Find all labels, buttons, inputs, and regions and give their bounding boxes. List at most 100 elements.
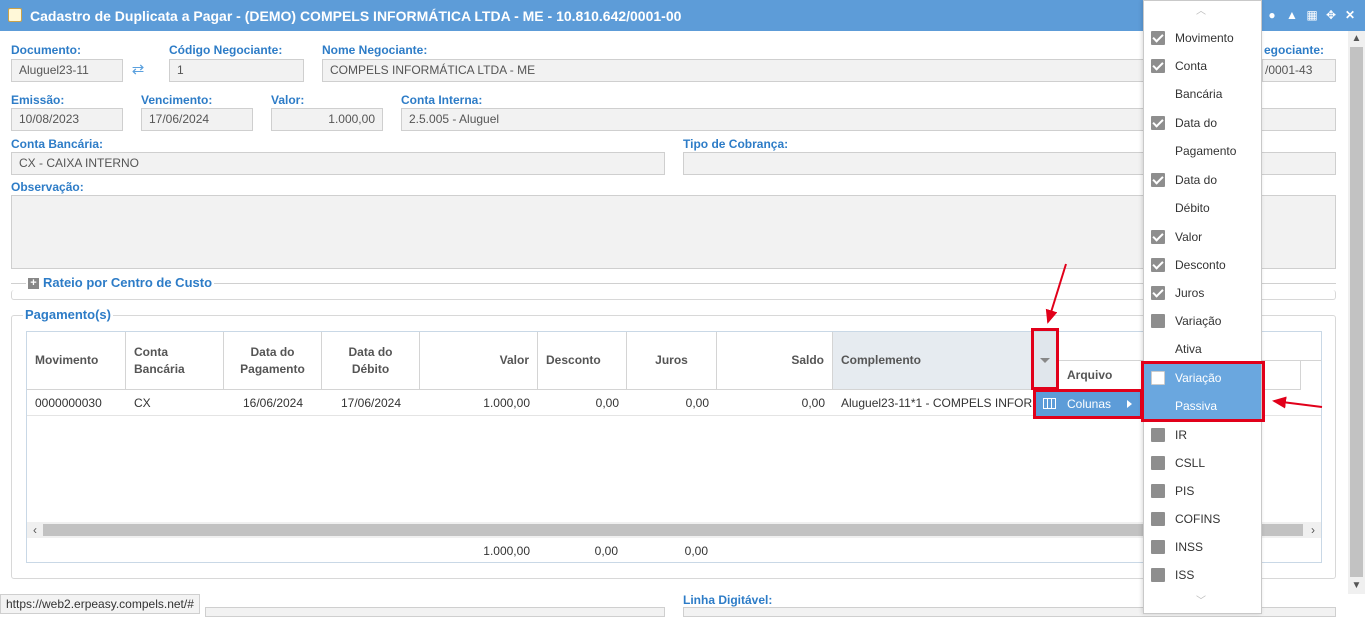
collapse-icon[interactable]: ✥ <box>1324 8 1338 22</box>
columns-menu-item[interactable]: IR <box>1144 421 1261 449</box>
columns-menu-item[interactable]: ISS <box>1144 561 1261 589</box>
checkbox-checked-icon[interactable] <box>1151 258 1165 272</box>
columns-menu-item[interactable]: Movimento <box>1144 24 1261 52</box>
col-header-conta-bancaria[interactable]: Conta Bancária <box>126 332 224 390</box>
emissao-field[interactable]: 10/08/2023 <box>11 108 123 131</box>
annotation-box-trigger <box>1031 328 1059 390</box>
col-header-extra[interactable] <box>1280 361 1301 390</box>
columns-menu-item-label: Movimento <box>1175 31 1234 45</box>
cell-movimento[interactable]: 0000000030 <box>27 390 126 416</box>
emissao-label: Emissão: <box>11 93 65 107</box>
columns-menu-item-label: Desconto <box>1175 258 1226 272</box>
columns-menu-item-label: CSLL <box>1175 456 1206 470</box>
columns-menu-item[interactable]: Data do Pagamento <box>1144 109 1261 166</box>
col-header-data-debito[interactable]: Data do Débito <box>322 332 420 390</box>
checkbox-icon[interactable] <box>1151 512 1165 526</box>
annotation-box-colunas <box>1033 389 1143 419</box>
close-icon[interactable]: ✕ <box>1343 8 1357 22</box>
columns-menu-item-label: IR <box>1175 428 1187 442</box>
pagamentos-title: Pagamento(s) <box>23 307 113 322</box>
plus-icon: + <box>28 278 39 289</box>
menu-scroll-down-icon[interactable]: ﹀ <box>1196 597 1206 607</box>
cell-data-debito[interactable]: 17/06/2024 <box>322 390 420 416</box>
scroll-thumb[interactable] <box>43 524 1303 536</box>
columns-menu-item[interactable]: COFINS <box>1144 505 1261 533</box>
col-header-desconto[interactable]: Desconto <box>538 332 627 390</box>
valor-field[interactable]: 1.000,00 <box>271 108 383 131</box>
codigo-negociante-field[interactable]: 1 <box>169 59 304 82</box>
page-vertical-scrollbar[interactable]: ▲ ▼ <box>1348 31 1365 594</box>
bell-icon[interactable]: ▲ <box>1285 8 1299 22</box>
checkbox-icon[interactable] <box>1151 314 1165 328</box>
cell-conta-bancaria[interactable]: CX <box>126 390 224 416</box>
vencimento-field[interactable]: 17/06/2024 <box>141 108 253 131</box>
checkbox-checked-icon[interactable] <box>1151 286 1165 300</box>
status-bar-url: https://web2.erpeasy.compels.net/# <box>0 594 200 614</box>
nome-negociante-label: Nome Negociante: <box>322 43 428 57</box>
codigo-negociante-label: Código Negociante: <box>169 43 283 57</box>
refresh-icon[interactable]: ⇄ <box>129 61 147 79</box>
columns-menu-item[interactable]: Conta Bancária <box>1144 52 1261 109</box>
col-header-complemento[interactable]: Complemento <box>833 332 1059 390</box>
checkbox-checked-icon[interactable] <box>1151 31 1165 45</box>
col-header-juros[interactable]: Juros <box>627 332 717 390</box>
columns-menu-item[interactable]: PIS <box>1144 477 1261 505</box>
checkbox-checked-icon[interactable] <box>1151 173 1165 187</box>
columns-menu-item[interactable]: CSLL <box>1144 449 1261 477</box>
cell-desconto[interactable]: 0,00 <box>538 390 627 416</box>
col-header-valor[interactable]: Valor <box>420 332 538 390</box>
conta-interna-label: Conta Interna: <box>401 93 483 107</box>
col-header-movimento[interactable]: Movimento <box>27 332 126 390</box>
conta-bancaria-field[interactable]: CX - CAIXA INTERNO <box>11 152 665 175</box>
columns-menu-item-label-line2: Débito <box>1175 201 1210 215</box>
columns-menu-item-label-line2: Ativa <box>1175 342 1202 356</box>
checkbox-icon[interactable] <box>1151 484 1165 498</box>
rateio-toggle[interactable]: + Rateio por Centro de Custo <box>26 275 215 290</box>
checkbox-icon[interactable] <box>1151 428 1165 442</box>
columns-menu-item[interactable]: Valor <box>1144 223 1261 251</box>
documento-field[interactable]: Aluguel23-11 <box>11 59 123 82</box>
columns-menu-item[interactable]: Variação Ativa <box>1144 307 1261 364</box>
columns-menu-item-label: Variação <box>1175 314 1222 328</box>
play-icon[interactable]: ● <box>1265 8 1279 22</box>
columns-menu-item-label: INSS <box>1175 540 1204 554</box>
checkbox-icon[interactable] <box>1151 456 1165 470</box>
page-scroll-thumb[interactable] <box>1350 47 1363 577</box>
checkbox-checked-icon[interactable] <box>1151 230 1165 244</box>
col-header-saldo[interactable]: Saldo <box>717 332 833 390</box>
grid-horizontal-scrollbar[interactable]: ‹ › <box>27 522 1321 538</box>
columns-menu: ︿ ﹀ Movimento Conta Bancária Data do Pagamen… <box>1143 0 1262 614</box>
annotation-box-variacao-passiva <box>1141 361 1265 422</box>
columns-menu-item[interactable]: Juros <box>1144 279 1261 307</box>
bottom-field[interactable] <box>205 607 665 617</box>
checkbox-checked-icon[interactable] <box>1151 116 1165 130</box>
columns-menu-item[interactable]: Desconto <box>1144 251 1261 279</box>
columns-menu-item[interactable]: Data do Débito <box>1144 166 1261 223</box>
nome-negociante-field[interactable]: COMPELS INFORMÁTICA LTDA - ME <box>322 59 1144 82</box>
cell-data-pagamento[interactable]: 16/06/2024 <box>224 390 322 416</box>
conta-bancaria-label: Conta Bancária: <box>11 137 104 151</box>
checkbox-icon[interactable] <box>1151 568 1165 582</box>
menu-scroll-up-icon[interactable]: ︿ <box>1196 7 1206 17</box>
rateio-title: Rateio por Centro de Custo <box>43 275 213 290</box>
columns-menu-item-label: Juros <box>1175 286 1205 300</box>
scroll-down-icon[interactable]: ▼ <box>1348 578 1365 594</box>
columns-menu-item-label-line2: Pagamento <box>1175 144 1237 158</box>
cell-juros[interactable]: 0,00 <box>627 390 717 416</box>
columns-menu-item[interactable]: INSS <box>1144 533 1261 561</box>
cell-valor[interactable]: 1.000,00 <box>420 390 538 416</box>
rateio-panel <box>11 290 1336 300</box>
checkbox-checked-icon[interactable] <box>1151 59 1165 73</box>
cell-complemento[interactable]: Aluguel23-11*1 - COMPELS INFOR <box>833 390 1059 416</box>
observacao-field[interactable] <box>11 195 1336 269</box>
cnpj-negociante-field[interactable]: /0001-43 <box>1262 59 1336 82</box>
scroll-left-icon[interactable]: ‹ <box>27 522 43 538</box>
checkbox-icon[interactable] <box>1151 540 1165 554</box>
col-header-data-pagamento[interactable]: Data do Pagamento <box>224 332 322 390</box>
calendar-icon[interactable]: ▦ <box>1305 8 1319 22</box>
scroll-right-icon[interactable]: › <box>1305 522 1321 538</box>
valor-label: Valor: <box>271 93 305 107</box>
scroll-up-icon[interactable]: ▲ <box>1348 31 1365 47</box>
columns-menu-item-label: Data do <box>1175 116 1218 130</box>
cell-saldo[interactable]: 0,00 <box>717 390 833 416</box>
